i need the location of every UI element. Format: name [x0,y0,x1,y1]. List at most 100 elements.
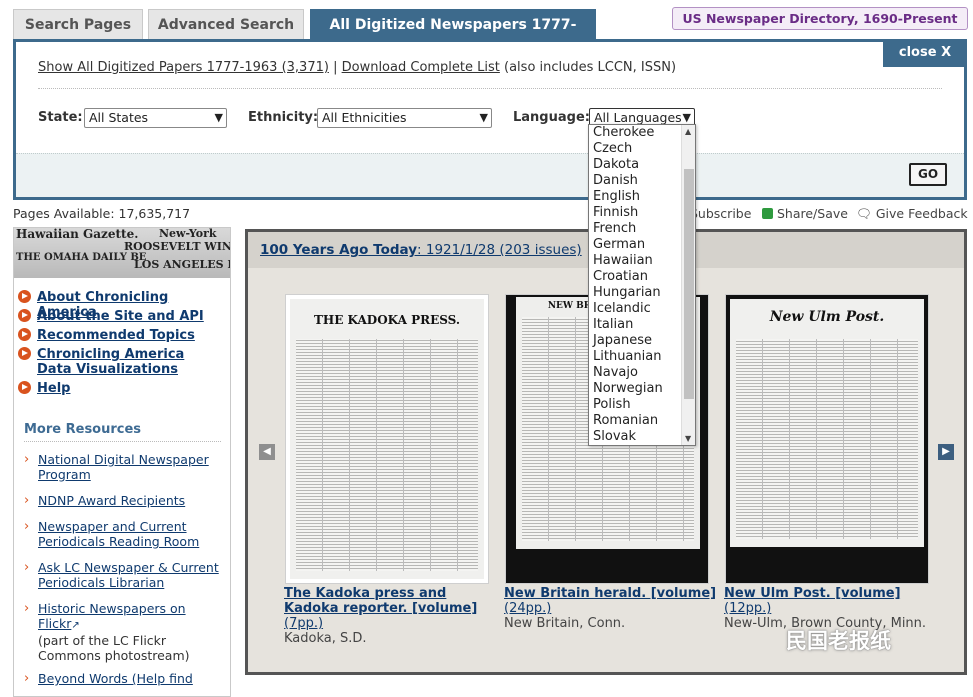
go-button[interactable]: GO [909,163,947,186]
arrow-bullet-icon [18,347,31,360]
arrow-bullet-icon [18,381,31,394]
share-icon [762,208,773,219]
download-list-link[interactable]: Download Complete List [342,60,500,75]
external-link-icon: ↗ [71,620,80,631]
paper-pages-link[interactable]: (24pp.) [504,601,719,616]
close-button[interactable]: close X [883,39,967,67]
newspaper-masthead: New Ulm Post. [769,309,885,325]
newspaper-thumbnail[interactable]: THE KADOKA PRESS. [285,294,489,584]
chevron-right-icon: › [24,560,30,575]
share-save-label: Share/Save [776,206,848,221]
language-dropdown-list[interactable]: Cherokee Czech Dakota Danish English Fin… [588,124,696,446]
sidebar-link-visualizations[interactable]: Chronicling America Data Visualizations [18,347,222,377]
share-save-link[interactable]: Share/Save [762,206,848,221]
paper-location: New Britain, Conn. [504,616,626,631]
language-option[interactable]: Icelandic [593,301,651,317]
tab-advanced-search[interactable]: Advanced Search [148,9,304,39]
language-option[interactable]: Cherokee [593,125,654,141]
ethnicity-select[interactable]: All Ethnicities ▼ [317,108,492,128]
language-option[interactable]: Italian [593,317,633,333]
subscribe-link[interactable]: Subscribe [690,206,751,221]
panel-links: Show All Digitized Papers 1777-1963 (3,3… [38,60,676,75]
tab-search-pages[interactable]: Search Pages [13,9,143,39]
sidebar-link-label: Recommended Topics [37,328,195,343]
dropdown-scrollbar[interactable]: ▲ ▼ [681,125,695,445]
newspaper-columns [296,339,478,571]
paper-title-link[interactable]: The Kadoka press and Kadoka reporter. [v… [284,586,499,616]
arrow-bullet-icon [18,290,31,303]
language-select-value: All Languages [594,110,682,125]
resource-note: (part of the LC Flickr Commons photostre… [38,633,190,663]
carousel-next-arrow-icon[interactable]: ▶ [938,444,954,460]
resource-link[interactable]: Newspaper and Current Periodicals Readin… [38,519,199,549]
language-option[interactable]: Norwegian [593,381,663,397]
newspaper-directory-link[interactable]: US Newspaper Directory, 1690-Present [672,7,968,30]
state-label: State: [38,110,83,125]
language-option[interactable]: Danish [593,173,638,189]
language-option[interactable]: Lithuanian [593,349,661,365]
more-resources-heading: More Resources [24,422,221,442]
sidebar: Hawaiian Gazette. New-York ROOSEVELT WIN… [13,227,231,697]
language-option[interactable]: German [593,237,645,253]
paper-title-link[interactable]: New Britain herald. [volume] [504,586,719,601]
banner-text: Hawaiian Gazette. [16,228,139,241]
language-label: Language: [513,110,590,125]
resource-link[interactable]: Historic Newspapers on Flickr [38,601,186,631]
carousel-title: 100 Years Ago Today: 1921/1/28 (203 issu… [260,242,582,258]
tab-all-digitized-newspapers[interactable]: All Digitized Newspapers 1777-1963 [310,9,596,63]
language-option[interactable]: Slovak [593,429,636,445]
arrow-bullet-icon [18,309,31,322]
resource-item: › Newspaper and Current Periodicals Read… [24,519,224,549]
chevron-down-icon: ▼ [479,111,488,124]
banner-text: New-York [159,228,217,240]
language-option[interactable]: Japanese [593,333,652,349]
language-option[interactable]: Croatian [593,269,648,285]
newspaper-banner-image: Hawaiian Gazette. New-York ROOSEVELT WIN… [14,228,230,278]
language-option[interactable]: English [593,189,640,205]
scroll-down-icon[interactable]: ▼ [685,434,691,443]
digitized-newspapers-panel: close X Show All Digitized Papers 1777-1… [13,39,967,200]
language-option[interactable]: Dakota [593,157,639,173]
resource-link[interactable]: National Digital Newspaper Program [38,452,209,482]
resource-item: › Ask LC Newspaper & Current Periodicals… [24,560,224,590]
language-option[interactable]: French [593,221,636,237]
scroll-up-icon[interactable]: ▲ [685,127,691,136]
resource-item: › Historic Newspapers on Flickr↗ (part o… [24,601,224,663]
watermark: 民国老报纸 [786,629,891,653]
ethnicity-select-value: All Ethnicities [322,110,407,125]
ethnicity-label: Ethnicity: [248,110,319,125]
give-feedback-label: Give Feedback [875,206,968,221]
chevron-right-icon: › [24,601,30,616]
sidebar-link-label: Chronicling America Data Visualizations [37,347,185,377]
chevron-right-icon: › [24,452,30,467]
sidebar-link-topics[interactable]: Recommended Topics [18,328,222,343]
scrollbar-thumb[interactable] [684,169,694,399]
carousel-prev-arrow-icon[interactable]: ◀ [259,444,275,460]
language-option[interactable]: Hawaiian [593,253,653,269]
arrow-bullet-icon [18,328,31,341]
give-feedback-link[interactable]: 🗨 Give Feedback [856,206,968,222]
panel-footer: GO [16,153,964,197]
hundred-years-ago-link[interactable]: 100 Years Ago Today [260,242,417,258]
state-select[interactable]: All States ▼ [84,108,227,128]
banner-text: THE OMAHA DAILY BE [16,252,147,263]
paper-pages-link[interactable]: (12pp.) [724,601,954,616]
language-option[interactable]: Czech [593,141,632,157]
resource-link[interactable]: Ask LC Newspaper & Current Periodicals L… [38,560,219,590]
language-option[interactable]: Hungarian [593,285,661,301]
carousel-date-info[interactable]: : 1921/1/28 (203 issues) [417,242,582,258]
paper-caption: The Kadoka press and Kadoka reporter. [v… [284,586,499,646]
resource-item: › NDNP Award Recipients [24,493,224,508]
sidebar-link-help[interactable]: Help [18,381,222,396]
newspaper-thumbnail[interactable]: New Ulm Post. [725,294,929,584]
sidebar-link-site-api[interactable]: About the Site and API [18,309,222,324]
language-option[interactable]: Finnish [593,205,638,221]
language-option[interactable]: Navajo [593,365,638,381]
paper-title-link[interactable]: New Ulm Post. [volume] [724,586,954,601]
paper-location: Kadoka, S.D. [284,631,367,646]
language-option[interactable]: Romanian [593,413,658,429]
language-option[interactable]: Polish [593,397,631,413]
paper-pages-link[interactable]: (7pp.) [284,616,499,631]
show-all-papers-link[interactable]: Show All Digitized Papers 1777-1963 (3,3… [38,60,329,75]
resource-link[interactable]: NDNP Award Recipients [38,493,185,508]
